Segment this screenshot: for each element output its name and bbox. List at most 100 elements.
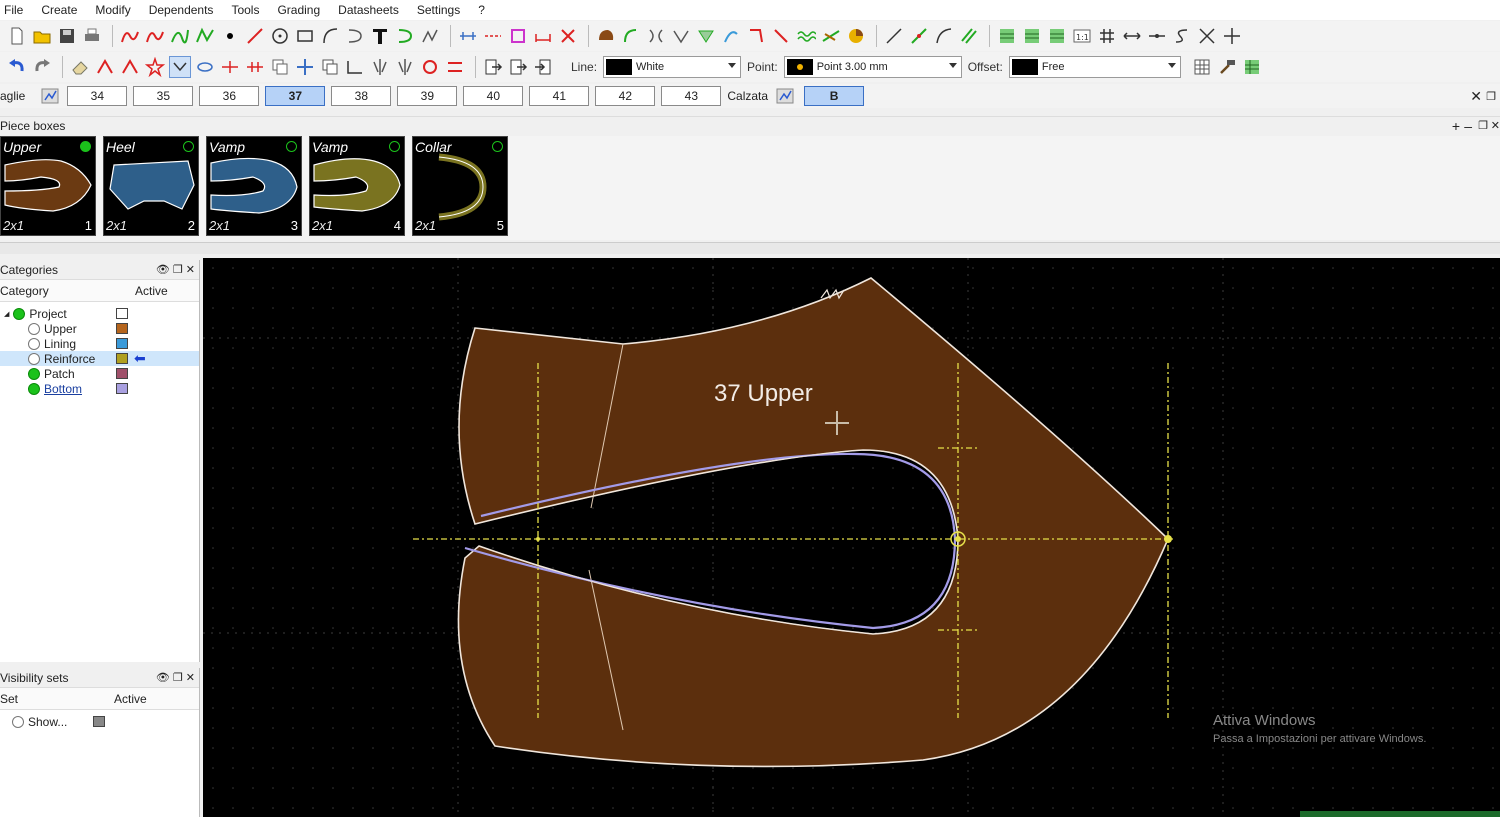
stitch-icon[interactable] xyxy=(820,25,842,47)
text-tool-icon[interactable] xyxy=(369,25,391,47)
move-icon[interactable] xyxy=(1221,25,1243,47)
mirror-2-icon[interactable] xyxy=(394,56,416,78)
shape-icon[interactable] xyxy=(194,56,216,78)
category-color-swatch[interactable] xyxy=(116,308,128,319)
size-option[interactable]: 41 xyxy=(529,86,590,106)
menu-dependents[interactable]: Dependents xyxy=(149,3,214,17)
select-active-icon[interactable] xyxy=(169,56,191,78)
reference-point[interactable] xyxy=(536,537,540,541)
col-category[interactable]: Category xyxy=(0,284,135,298)
close-icon[interactable]: ✕ xyxy=(1470,88,1482,105)
size-option[interactable]: 36 xyxy=(199,86,260,106)
horizontal-arrows-icon[interactable] xyxy=(1121,25,1143,47)
scale-1-1-icon[interactable]: 1:1 xyxy=(1071,25,1093,47)
size-option[interactable]: 39 xyxy=(397,86,458,106)
sheet-icon[interactable] xyxy=(1241,56,1263,78)
rectangle-tool-icon[interactable] xyxy=(294,25,316,47)
line-tool-icon[interactable] xyxy=(244,25,266,47)
mirror-curve-icon[interactable] xyxy=(645,25,667,47)
curve-tool-2-icon[interactable] xyxy=(144,25,166,47)
category-visibility-radio[interactable] xyxy=(28,322,40,335)
category-visibility-radio[interactable] xyxy=(28,352,40,365)
piece-box[interactable]: Vamp 2x1 4 xyxy=(309,136,405,236)
cross-arrows-icon[interactable] xyxy=(1196,25,1218,47)
menu-datasheets[interactable]: Datasheets xyxy=(338,3,399,17)
arc-green-icon[interactable] xyxy=(620,25,642,47)
category-row[interactable]: Upper xyxy=(0,321,199,336)
size-option[interactable]: 34 xyxy=(67,86,128,106)
curve-tool-3-icon[interactable] xyxy=(169,25,191,47)
offset-curve-icon[interactable] xyxy=(394,25,416,47)
grid-icon[interactable] xyxy=(1096,25,1118,47)
hammer-icon[interactable] xyxy=(1216,56,1238,78)
triangle-down-green-icon[interactable] xyxy=(695,25,717,47)
cut-line-icon[interactable] xyxy=(219,56,241,78)
menu-help[interactable]: ? xyxy=(478,3,485,17)
measure-icon[interactable] xyxy=(457,25,479,47)
category-row[interactable]: Patch xyxy=(0,366,199,381)
split-icon[interactable] xyxy=(482,25,504,47)
pin-icon[interactable]: + xyxy=(1452,118,1460,134)
expand-triangle-icon[interactable]: ◢ xyxy=(4,310,9,318)
slash-icon[interactable] xyxy=(770,25,792,47)
grading-2-icon[interactable] xyxy=(1021,25,1043,47)
visibility-set-row[interactable]: Show... xyxy=(0,714,199,729)
eye-icon[interactable]: 👁 xyxy=(156,672,170,684)
arc-tool-icon[interactable] xyxy=(319,25,341,47)
peak-icon[interactable] xyxy=(94,56,116,78)
menu-grading[interactable]: Grading xyxy=(277,3,320,17)
close-icon[interactable]: ✕ xyxy=(186,264,195,276)
restore-icon[interactable]: ❐ xyxy=(1478,119,1488,132)
category-color-swatch[interactable] xyxy=(116,338,128,349)
s-curve-icon[interactable] xyxy=(1171,25,1193,47)
point-tool-icon[interactable] xyxy=(219,25,241,47)
redo-icon[interactable] xyxy=(31,56,53,78)
eraser-icon[interactable] xyxy=(69,56,91,78)
delete-point-icon[interactable] xyxy=(557,25,579,47)
curve-tool-icon[interactable] xyxy=(119,25,141,47)
size-grading-icon[interactable] xyxy=(39,85,61,107)
size-option[interactable]: 35 xyxy=(133,86,194,106)
menu-modify[interactable]: Modify xyxy=(95,3,130,17)
export-icon[interactable] xyxy=(482,56,504,78)
close-icon[interactable]: ✕ xyxy=(1491,119,1500,132)
visibility-color-swatch[interactable] xyxy=(93,716,105,727)
offset-select[interactable]: Free xyxy=(1008,56,1181,78)
copy-icon[interactable] xyxy=(269,56,291,78)
reference-point[interactable] xyxy=(1164,535,1172,543)
peak-2-icon[interactable] xyxy=(119,56,141,78)
size-option[interactable]: 42 xyxy=(595,86,656,106)
menu-settings[interactable]: Settings xyxy=(417,3,460,17)
mirror-icon[interactable] xyxy=(369,56,391,78)
circle-tool-icon[interactable] xyxy=(269,25,291,47)
category-color-swatch[interactable] xyxy=(116,323,128,334)
angle-icon[interactable] xyxy=(344,56,366,78)
restore-icon[interactable]: ❐ xyxy=(173,264,183,276)
category-row[interactable]: Reinforce ⬅ xyxy=(0,350,199,366)
notch-icon[interactable] xyxy=(507,25,529,47)
menu-tools[interactable]: Tools xyxy=(231,3,259,17)
export-2-icon[interactable] xyxy=(507,56,529,78)
shoe-last-icon[interactable] xyxy=(595,25,617,47)
col-set[interactable]: Set xyxy=(0,692,114,706)
category-visibility-radio[interactable] xyxy=(13,307,26,320)
import-icon[interactable] xyxy=(532,56,554,78)
parallel-icon[interactable] xyxy=(958,25,980,47)
center-point-icon[interactable] xyxy=(1146,25,1168,47)
category-color-swatch[interactable] xyxy=(116,368,128,379)
size-option[interactable]: 38 xyxy=(331,86,392,106)
category-visibility-radio[interactable] xyxy=(28,337,40,350)
category-visibility-radio[interactable] xyxy=(28,367,40,380)
diagonal-line-icon[interactable] xyxy=(883,25,905,47)
piece-boxes-scrollbar[interactable] xyxy=(0,242,1500,254)
point-style-select[interactable]: Point 3.00 mm xyxy=(783,56,962,78)
diagonal-green-icon[interactable] xyxy=(908,25,930,47)
spiral-tool-icon[interactable] xyxy=(344,25,366,47)
menu-file[interactable]: File xyxy=(4,3,23,17)
piece-box[interactable]: Vamp 2x1 3 xyxy=(206,136,302,236)
reference-point[interactable] xyxy=(955,536,961,542)
polyline-tool-icon[interactable] xyxy=(194,25,216,47)
print-icon[interactable] xyxy=(81,25,103,47)
triangle-down-icon[interactable] xyxy=(670,25,692,47)
category-color-swatch[interactable] xyxy=(116,353,128,364)
